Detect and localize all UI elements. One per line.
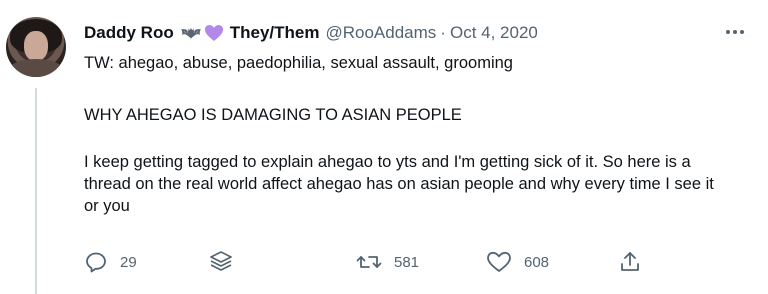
- layers-icon: [210, 251, 232, 271]
- retweet-button[interactable]: 581: [356, 249, 419, 275]
- share-icon: [621, 252, 639, 271]
- thread-paragraph: I keep getting tagged to explain ahegao …: [84, 153, 714, 215]
- avatar[interactable]: [6, 17, 66, 77]
- separator-dot: ·: [440, 23, 446, 42]
- layers-button[interactable]: [208, 249, 234, 275]
- like-count: 608: [524, 253, 550, 271]
- reply-count: 29: [120, 253, 137, 271]
- thread-line: [35, 88, 37, 294]
- avatar-shoulders: [8, 59, 64, 77]
- retweet-count: 581: [394, 253, 420, 271]
- avatar-face: [24, 31, 48, 61]
- heart-icon: [487, 251, 511, 272]
- tweet-header: Daddy Roo They/Them @RooAddams · Oct 4, …: [84, 21, 538, 45]
- thread-heading: WHY AHEGAO IS DAMAGING TO ASIAN PEOPLE: [84, 106, 462, 124]
- more-button[interactable]: [720, 22, 750, 42]
- share-button[interactable]: [618, 249, 642, 275]
- retweet-icon: [356, 256, 382, 268]
- bat-emoji-icon: [180, 25, 202, 41]
- tweet[interactable]: Daddy Roo They/Them @RooAddams · Oct 4, …: [0, 0, 768, 294]
- trigger-warning-line: TW: ahegao, abuse, paedophilia, sexual a…: [84, 54, 513, 72]
- like-button[interactable]: 608: [486, 249, 549, 275]
- display-name[interactable]: Daddy Roo: [84, 23, 174, 43]
- reply-button[interactable]: 29: [84, 249, 137, 275]
- handle[interactable]: @RooAddams: [325, 23, 436, 43]
- reply-icon: [86, 252, 106, 273]
- pronouns: They/Them: [229, 23, 320, 42]
- action-bar: 29 581 608: [84, 249, 684, 275]
- tweet-date[interactable]: Oct 4, 2020: [450, 23, 538, 43]
- purple-heart-emoji-icon: [204, 23, 224, 43]
- more-horizontal-icon: [726, 30, 744, 34]
